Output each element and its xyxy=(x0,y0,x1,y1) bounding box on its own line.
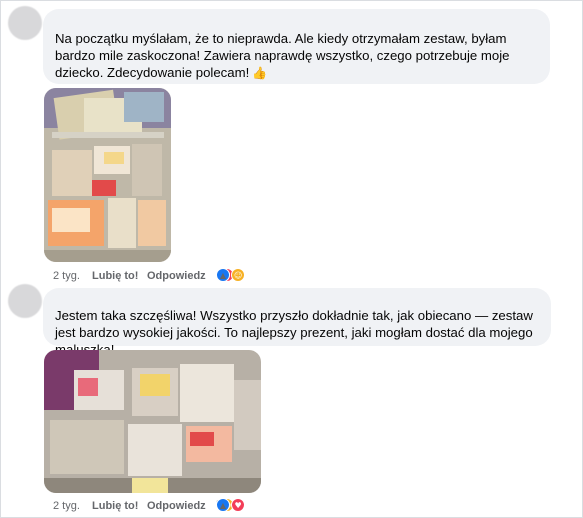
heart-icon: ♥ xyxy=(231,498,246,512)
avatar[interactable] xyxy=(8,6,42,40)
comment-bubble: Jestem taka szczęśliwa! Wszystko przyszł… xyxy=(43,288,551,357)
comment-time[interactable]: 2 tyg. xyxy=(53,500,80,512)
reaction-summary[interactable]: 5 ▲ ☺ ♥ xyxy=(216,498,246,512)
reaction-summary[interactable]: 6 ▲ ♥ ☺ xyxy=(216,268,246,282)
thumbs-up-emoji-icon: 👍 xyxy=(252,66,268,80)
comment-photo[interactable] xyxy=(44,350,261,493)
like-button[interactable]: Lubię to! xyxy=(92,270,138,282)
thumbs-up-icon: ▲ xyxy=(216,268,230,282)
avatar[interactable] xyxy=(8,284,42,318)
comment-actions: 2 tyg. Lubię to! Odpowiedz 6 ▲ ♥ ☺ xyxy=(53,268,293,284)
baby-kit-photo xyxy=(44,350,261,493)
reply-button[interactable]: Odpowiedz xyxy=(147,500,206,512)
care-icon: ☺ xyxy=(231,268,246,282)
comment-text: Na początku myślałam, że to nieprawda. A… xyxy=(55,31,510,80)
like-button[interactable]: Lubię to! xyxy=(92,500,138,512)
comment-actions: 2 tyg. Lubię to! Odpowiedz 5 ▲ ☺ ♥ xyxy=(53,498,293,514)
comment-photo[interactable] xyxy=(44,88,171,262)
baby-kit-photo xyxy=(44,88,171,262)
comment-bubble: Na początku myślałam, że to nieprawda. A… xyxy=(43,9,550,84)
comment-time[interactable]: 2 tyg. xyxy=(53,270,80,282)
thumbs-up-icon: ▲ xyxy=(216,498,230,512)
reply-button[interactable]: Odpowiedz xyxy=(147,270,206,282)
